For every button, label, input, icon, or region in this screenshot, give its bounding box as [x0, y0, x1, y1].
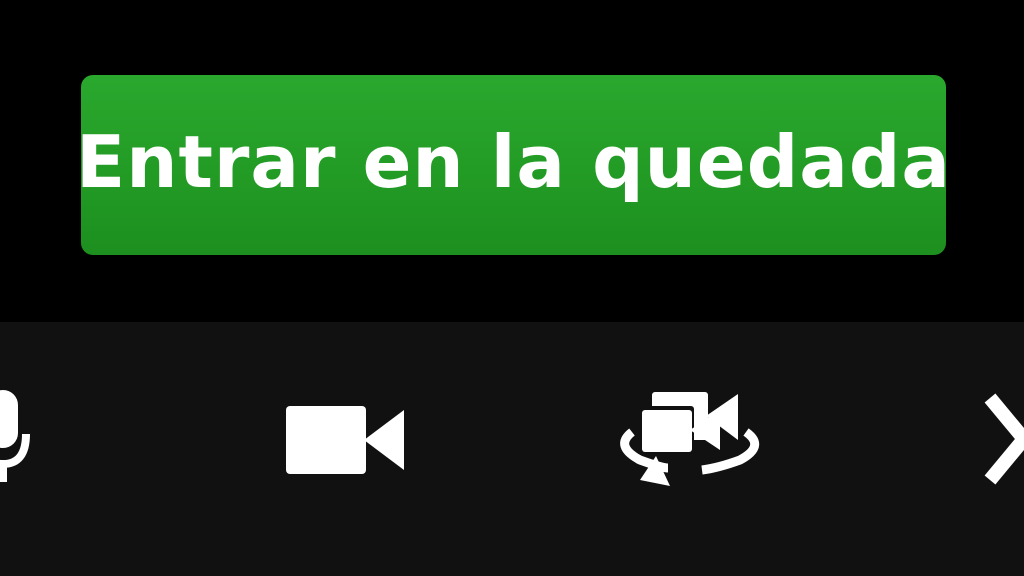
call-toolbar — [0, 322, 1024, 576]
mute-microphone-button[interactable] — [0, 390, 40, 486]
close-icon — [984, 393, 1024, 485]
hangout-screen: Entrar en la quedada — [0, 0, 1024, 576]
toggle-camera-button[interactable] — [284, 404, 406, 476]
microphone-icon — [0, 390, 30, 482]
switch-camera-button[interactable] — [610, 388, 770, 488]
join-hangout-label: Entrar en la quedada — [76, 120, 951, 204]
preview-area: Entrar en la quedada — [0, 0, 1024, 322]
close-button[interactable] — [984, 392, 1024, 488]
switch-camera-icon — [620, 392, 760, 486]
join-hangout-button[interactable]: Entrar en la quedada — [76, 75, 950, 255]
video-camera-icon — [286, 406, 404, 474]
